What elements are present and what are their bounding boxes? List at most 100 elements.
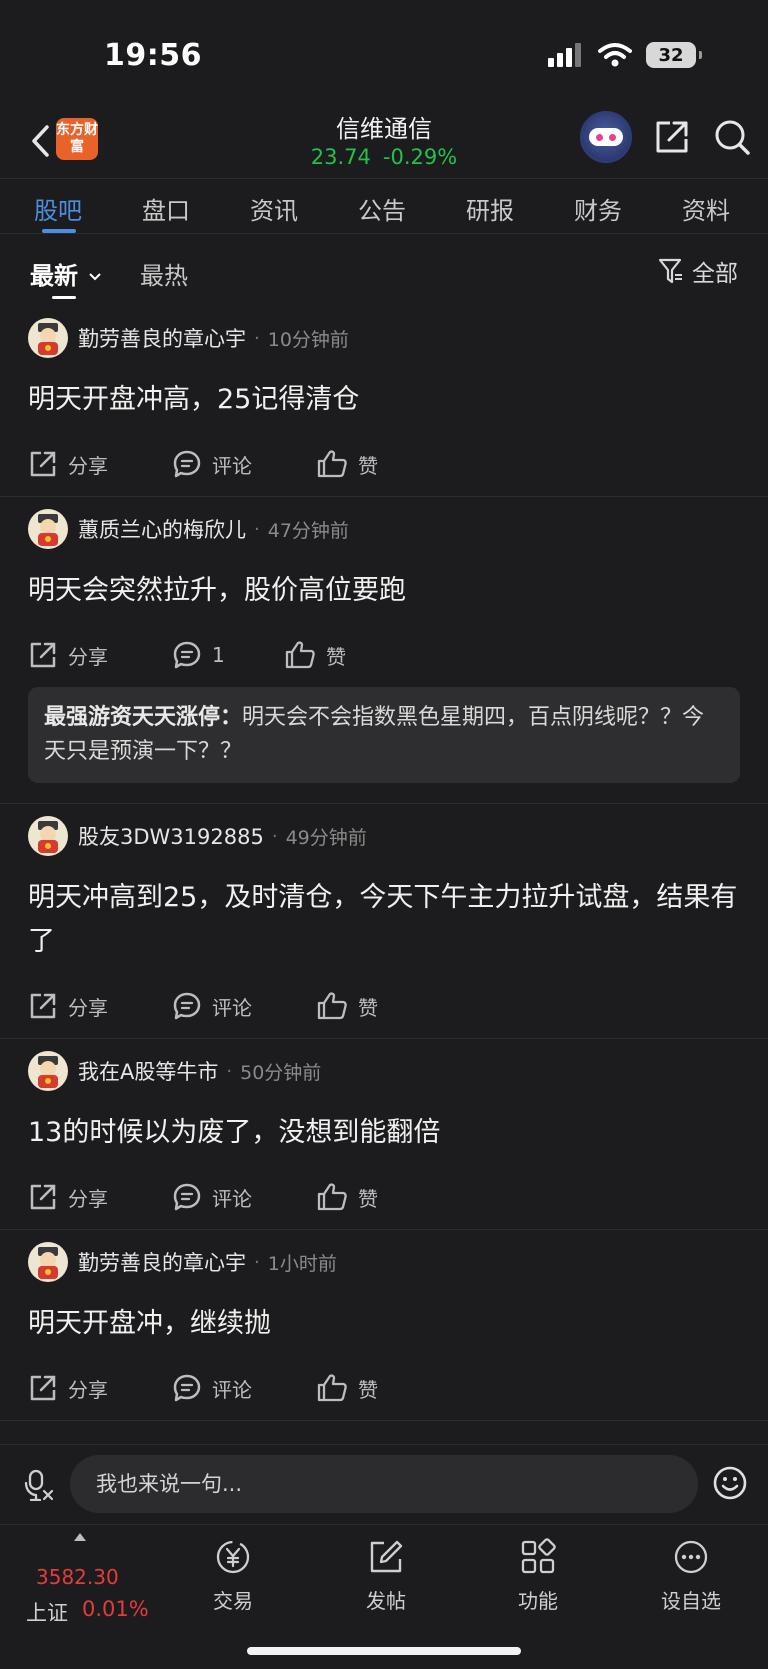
share-label: 分享 xyxy=(68,453,108,478)
comment-label: 评论 xyxy=(212,453,252,478)
comment-button[interactable]: 评论 xyxy=(172,1182,316,1212)
post-text[interactable]: 明天会突然拉升，股价高位要跑 xyxy=(28,569,740,613)
avatar[interactable] xyxy=(28,1051,68,1091)
share-label: 分享 xyxy=(68,1186,108,1211)
voice-input-icon[interactable] xyxy=(24,1469,54,1501)
like-button[interactable]: 赞 xyxy=(316,1182,378,1212)
god-of-wealth-avatar-icon xyxy=(38,821,58,853)
comment-label: 评论 xyxy=(212,995,252,1020)
post-author[interactable]: 我在A股等牛市 xyxy=(78,1056,218,1086)
god-of-wealth-avatar-icon xyxy=(38,1247,58,1279)
post-author[interactable]: 股友3DW3192885 xyxy=(78,821,264,851)
post-item[interactable]: 勤劳善良的章心宇 · 1小时前 明天开盘冲，继续抛 分享 评论 赞 xyxy=(0,1230,768,1421)
tab-research[interactable]: 研报 xyxy=(466,191,514,226)
comment-input[interactable] xyxy=(70,1455,698,1513)
sort-row: 最新 最热 全部 xyxy=(0,240,768,300)
like-button[interactable]: 赞 xyxy=(316,991,378,1021)
comment-icon xyxy=(173,1183,201,1211)
emoji-icon[interactable] xyxy=(712,1465,748,1501)
like-button[interactable]: 赞 xyxy=(316,449,378,479)
tab-pankou[interactable]: 盘口 xyxy=(142,191,190,226)
battery-indicator: 32 xyxy=(646,42,702,68)
post-actions: 分享 评论 赞 xyxy=(28,974,740,1038)
post-item[interactable]: 我在A股等牛市 · 50分钟前 13的时候以为废了，没想到能翻倍 分享 评论 赞 xyxy=(0,1039,768,1230)
post-item[interactable]: 蕙质兰心的梅欣儿 · 47分钟前 明天会突然拉升，股价高位要跑 分享 1 赞 最… xyxy=(0,497,768,804)
comment-button[interactable]: 评论 xyxy=(172,991,316,1021)
separator-dot: · xyxy=(226,1060,233,1082)
bottom-tab-bar: 3582.30 上证 0.01% 交易 发帖 功能 设自选 xyxy=(0,1524,768,1669)
comment-button[interactable]: 评论 xyxy=(172,1373,316,1403)
avatar[interactable] xyxy=(28,509,68,549)
separator-dot: · xyxy=(271,825,278,847)
status-time: 19:56 xyxy=(104,38,202,73)
share-button[interactable]: 分享 xyxy=(28,991,172,1021)
post-author[interactable]: 蕙质兰心的梅欣儿 xyxy=(78,514,246,544)
tab-announcements[interactable]: 公告 xyxy=(358,191,406,226)
post-author[interactable]: 勤劳善良的章心宇 xyxy=(78,1247,246,1277)
share-button[interactable]: 分享 xyxy=(28,1373,172,1403)
like-button[interactable]: 赞 xyxy=(316,1373,378,1403)
post-actions: 分享 评论 赞 xyxy=(28,1356,740,1420)
wifi-icon xyxy=(598,43,632,67)
comment-icon xyxy=(173,992,201,1020)
post-text[interactable]: 明天开盘冲，继续抛 xyxy=(28,1302,740,1346)
comment-icon xyxy=(173,1374,201,1402)
avatar[interactable] xyxy=(28,816,68,856)
robot-assistant-icon[interactable] xyxy=(580,111,632,163)
sort-hottest[interactable]: 最热 xyxy=(140,256,188,291)
share-button[interactable]: 分享 xyxy=(28,1182,172,1212)
tab-finance[interactable]: 财务 xyxy=(574,191,622,226)
reply-preview[interactable]: 最强游资天天涨停：明天会不会指数黑色星期四，百点阴线呢？？今天只是预演一下？？ xyxy=(28,687,740,783)
avatar[interactable] xyxy=(28,318,68,358)
home-indicator[interactable] xyxy=(247,1647,521,1655)
tab-profile[interactable]: 资料 xyxy=(682,191,730,226)
tab-functions[interactable]: 功能 xyxy=(488,1535,588,1614)
reply-author[interactable]: 最强游资天天涨停： xyxy=(44,705,242,730)
share-button[interactable]: 分享 xyxy=(28,449,172,479)
section-tabs: 股吧 盘口 资讯 公告 研报 财务 资料 xyxy=(0,178,768,234)
thumbs-up-icon xyxy=(285,641,315,669)
tab-post[interactable]: 发帖 xyxy=(336,1535,436,1614)
stock-change: -0.29% xyxy=(382,145,458,169)
index-change: 0.01% xyxy=(82,1597,149,1621)
like-label: 赞 xyxy=(358,453,378,478)
post-text[interactable]: 13的时候以为废了，没想到能翻倍 xyxy=(28,1111,740,1155)
share-label: 分享 xyxy=(68,1377,108,1402)
tab-watchlist[interactable]: 设自选 xyxy=(641,1535,741,1614)
post-text[interactable]: 明天冲高到25，及时清仓，今天下午主力拉升试盘，结果有了 xyxy=(28,876,740,964)
comment-button[interactable]: 评论 xyxy=(172,449,316,479)
search-icon[interactable] xyxy=(712,117,752,157)
share-button[interactable]: 分享 xyxy=(28,640,172,670)
post-author[interactable]: 勤劳善良的章心宇 xyxy=(78,323,246,353)
avatar[interactable] xyxy=(28,1242,68,1282)
comment-icon xyxy=(173,450,201,478)
separator-dot: · xyxy=(254,518,260,540)
share-icon[interactable] xyxy=(652,117,692,157)
comment-bar xyxy=(0,1444,768,1522)
tab-guba[interactable]: 股吧 xyxy=(34,191,82,226)
comment-count: 1 xyxy=(212,643,225,667)
like-button[interactable]: 赞 xyxy=(284,640,346,670)
post-actions: 分享 评论 赞 xyxy=(28,432,740,496)
sort-newest-dropdown[interactable]: 最新 xyxy=(30,256,102,291)
tab-news[interactable]: 资讯 xyxy=(250,191,298,226)
comment-label: 评论 xyxy=(212,1377,252,1402)
post-text[interactable]: 明天开盘冲高，25记得清仓 xyxy=(28,378,740,422)
post-feed: 勤劳善良的章心宇 · 10分钟前 明天开盘冲高，25记得清仓 分享 评论 赞 蕙… xyxy=(0,306,768,1444)
index-value: 3582.30 xyxy=(36,1565,119,1589)
tab-watchlist-label: 设自选 xyxy=(661,1589,721,1613)
share-icon xyxy=(30,1375,56,1401)
post-item[interactable]: 勤劳善良的章心宇 · 10分钟前 明天开盘冲高，25记得清仓 分享 评论 赞 xyxy=(0,306,768,497)
god-of-wealth-avatar-icon xyxy=(38,1056,58,1088)
post-time: 1小时前 xyxy=(267,1252,337,1275)
filter-button[interactable]: 全部 xyxy=(658,254,738,288)
post-time: 49分钟前 xyxy=(285,826,367,849)
tab-trade-label: 交易 xyxy=(213,1589,253,1613)
post-item[interactable]: 股友3DW3192885 · 49分钟前 明天冲高到25，及时清仓，今天下午主力… xyxy=(0,804,768,1039)
like-label: 赞 xyxy=(358,1377,378,1402)
share-label: 分享 xyxy=(68,644,108,669)
thumbs-up-icon xyxy=(317,1183,347,1211)
comment-button[interactable]: 1 xyxy=(172,640,284,670)
chevron-down-icon xyxy=(89,273,102,281)
tab-trade[interactable]: 交易 xyxy=(183,1535,283,1614)
